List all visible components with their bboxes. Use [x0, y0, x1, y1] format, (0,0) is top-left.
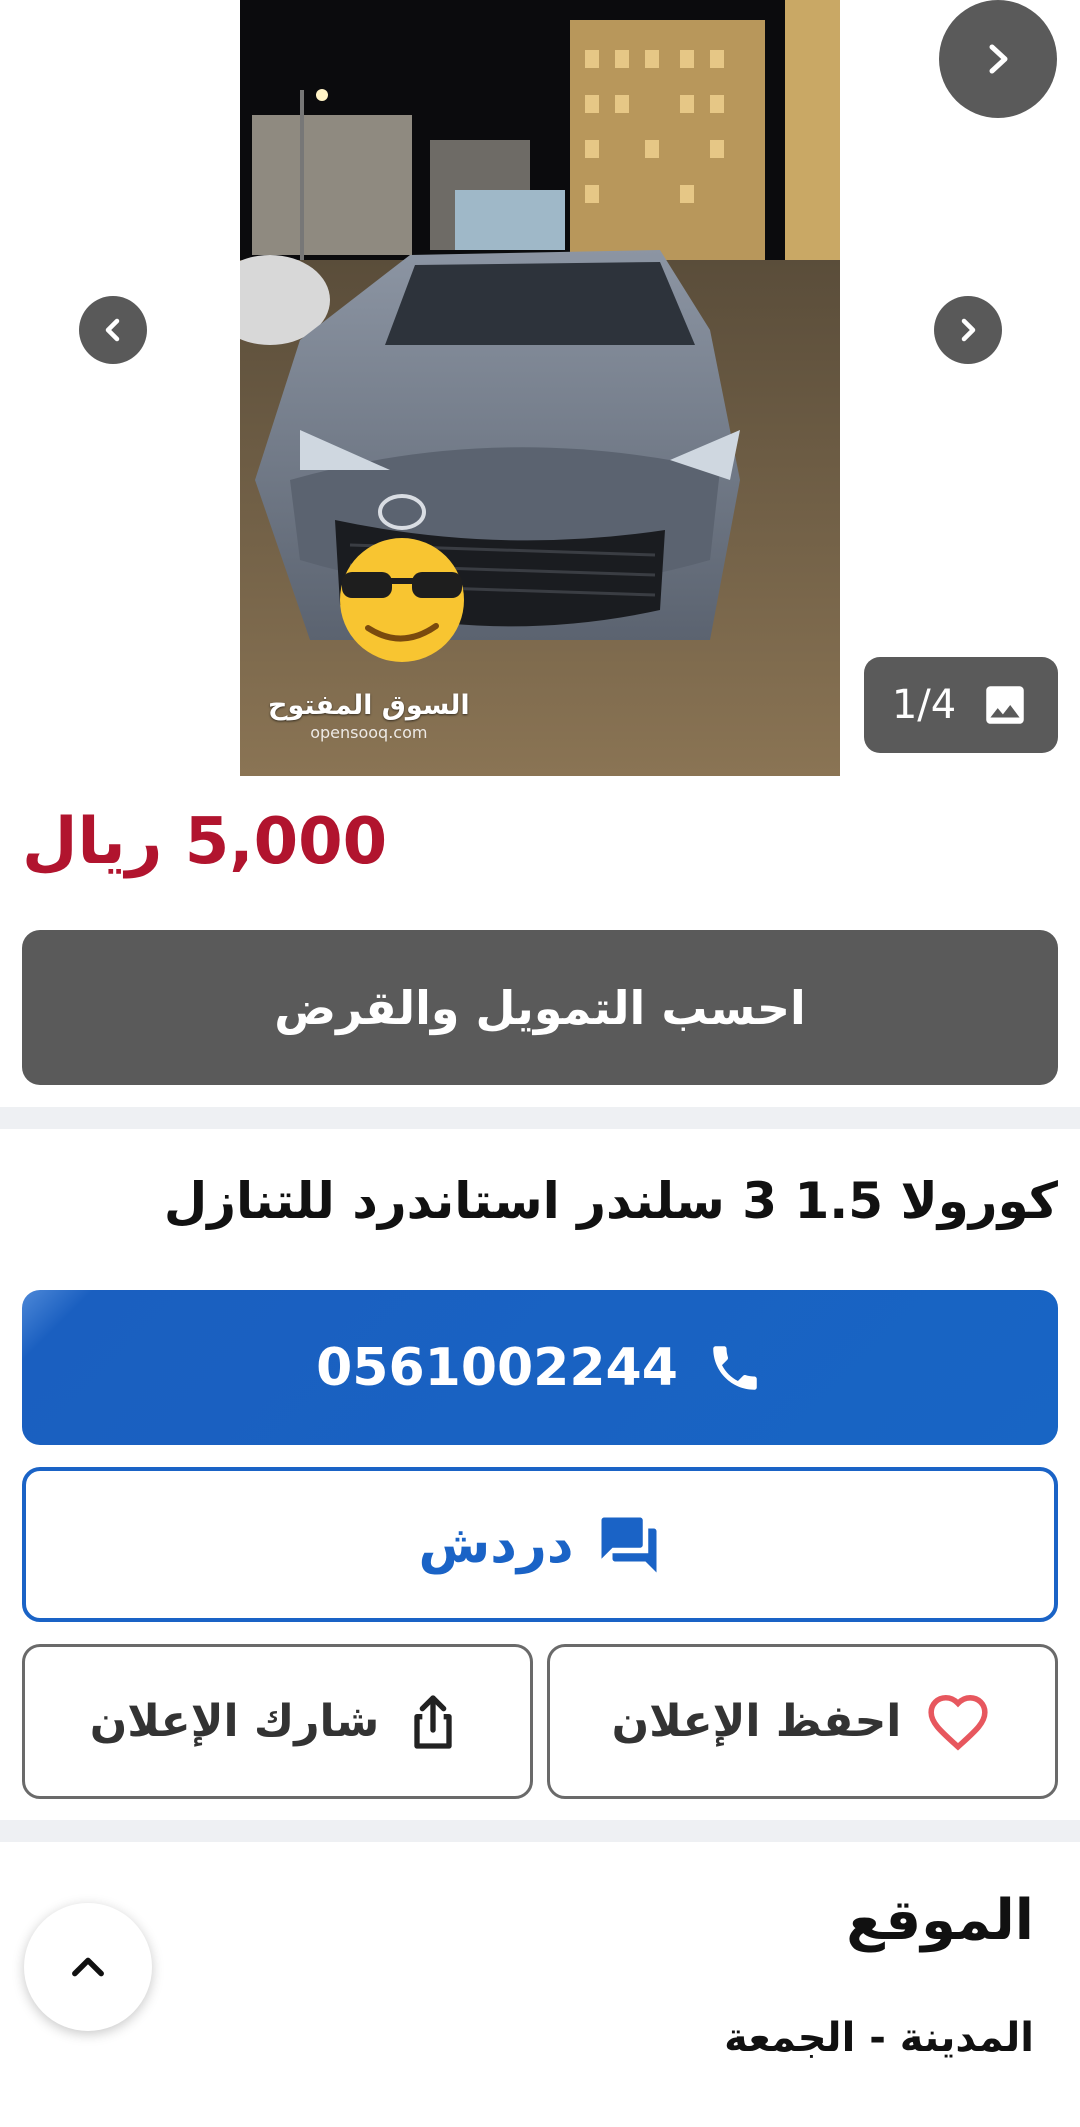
car-photo-illustration — [240, 0, 840, 776]
chevron-right-icon — [989, 44, 1008, 74]
section-divider — [0, 1820, 1080, 1842]
watermark-english: opensooq.com — [310, 723, 428, 742]
finance-calculator-label: احسب التمويل والقرض — [274, 980, 806, 1035]
save-listing-button[interactable]: احفظ الإعلان — [547, 1644, 1058, 1799]
chat-icon — [601, 1517, 657, 1572]
phone-icon — [713, 1345, 757, 1390]
listing-page: السوق المفتوح opensooq.com 1/4 5,000 ريا… — [0, 0, 1080, 2127]
next-image-button-top[interactable] — [939, 0, 1057, 118]
image-gallery: السوق المفتوح opensooq.com 1/4 — [0, 0, 1080, 780]
location-value: المدينة - الجمعة — [724, 2015, 1034, 2061]
chevron-up-icon — [72, 1957, 104, 1977]
chevron-left-icon — [105, 318, 120, 342]
next-image-button[interactable] — [934, 296, 1002, 364]
image-counter-text: 1/4 — [891, 682, 957, 728]
phone-number: 0561002244 — [316, 1337, 678, 1398]
call-button[interactable]: 0561002244 — [22, 1290, 1058, 1445]
listing-title: كورولا 1.5 3 سلندر استاندرد للتنازل — [163, 1172, 1058, 1230]
prev-image-button[interactable] — [79, 296, 147, 364]
chevron-right-icon — [961, 318, 976, 342]
share-icon — [414, 1694, 452, 1749]
finance-calculator-button[interactable]: احسب التمويل والقرض — [22, 930, 1058, 1085]
save-listing-label: احفظ الإعلان — [611, 1696, 902, 1747]
chat-button[interactable]: دردش — [22, 1467, 1058, 1622]
image-counter[interactable]: 1/4 — [864, 657, 1058, 753]
image-icon — [986, 686, 1024, 724]
share-listing-button[interactable]: شارك الإعلان — [22, 1644, 533, 1799]
share-listing-label: شارك الإعلان — [89, 1696, 380, 1747]
chat-label: دردش — [418, 1514, 574, 1575]
section-divider — [0, 1107, 1080, 1129]
heart-icon — [928, 1694, 988, 1751]
scroll-to-top-button[interactable] — [24, 1903, 152, 2031]
listing-photo[interactable]: السوق المفتوح opensooq.com — [240, 0, 840, 776]
watermark: السوق المفتوح opensooq.com — [268, 690, 470, 742]
watermark-arabic: السوق المفتوح — [268, 690, 470, 721]
listing-price: 5,000 ريال — [22, 805, 388, 879]
location-heading: الموقع — [846, 1888, 1034, 1953]
